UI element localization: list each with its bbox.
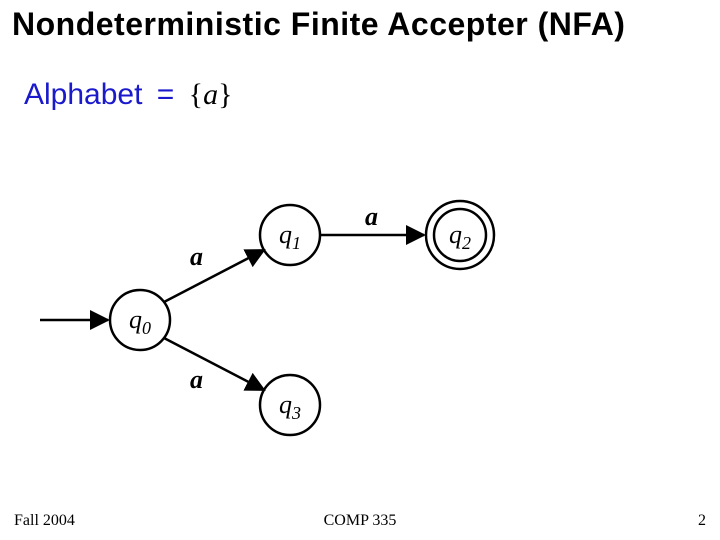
alphabet-symbol: a bbox=[203, 78, 218, 111]
alphabet-set: {a} bbox=[189, 78, 233, 111]
edge-q0-q3-label: a bbox=[190, 365, 203, 394]
footer-left: Fall 2004 bbox=[14, 512, 75, 530]
edge-q1-q2-label: a bbox=[365, 202, 378, 231]
footer-center: COMP 335 bbox=[324, 512, 397, 530]
brace-close: } bbox=[218, 78, 232, 111]
alphabet-label: Alphabet bbox=[24, 78, 142, 111]
slide: Nondeterministic Finite Accepter (NFA) A… bbox=[0, 0, 720, 540]
alphabet-equals: = bbox=[157, 78, 175, 111]
edge-q0-q1-label: a bbox=[190, 242, 203, 271]
slide-title: Nondeterministic Finite Accepter (NFA) bbox=[12, 6, 708, 43]
brace-open: { bbox=[189, 78, 203, 111]
edge-q0-q1 bbox=[164, 250, 264, 302]
footer-right: 2 bbox=[698, 512, 706, 530]
edge-q0-q3 bbox=[164, 338, 264, 390]
nfa-svg: q0 q1 q2 q3 a a bbox=[30, 180, 550, 440]
nfa-diagram: q0 q1 q2 q3 a a bbox=[30, 180, 550, 440]
alphabet-line: Alphabet = {a} bbox=[24, 78, 232, 112]
